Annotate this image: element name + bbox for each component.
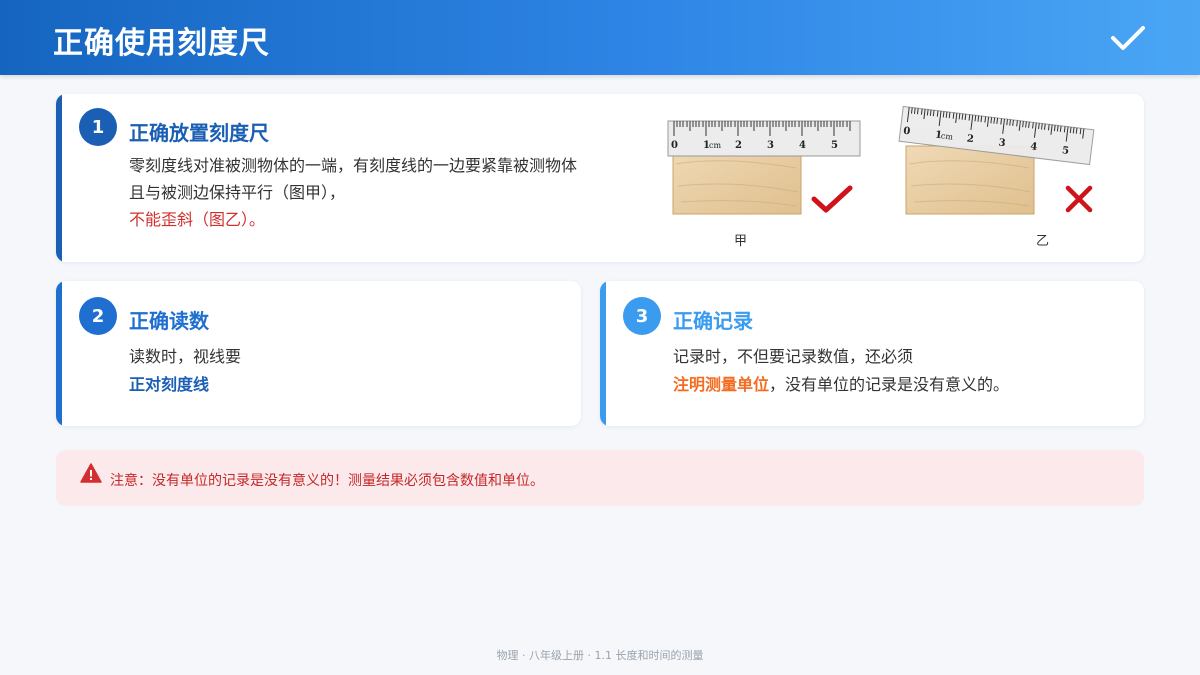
step-number-badge: 2 [79, 297, 117, 335]
section-text-line: 读数时，视线要 [129, 347, 242, 366]
warning-triangle-icon [80, 463, 102, 483]
ruler-number: 4 [1030, 141, 1038, 153]
header-bar: 正确使用刻度尺 [0, 0, 1200, 75]
check-mark-icon [811, 185, 853, 213]
page-title: 正确使用刻度尺 [53, 26, 270, 61]
figure-label: 甲 [734, 234, 748, 249]
figure-wrong: 0 1 cm 2 3 4 5 乙 [896, 94, 1106, 262]
step-number-badge: 3 [623, 297, 661, 335]
section-highlight-line: 正对刻度线 [129, 375, 210, 394]
section-text-line: 记录时，不但要记录数值，还必须 [673, 347, 914, 366]
section-read-value: 2 正确读数 读数时，视线要 正对刻度线 [56, 281, 581, 426]
ruler-unit: cm [709, 141, 721, 150]
ruler-number: 2 [735, 140, 742, 151]
section-text-line: 且与被测边保持平行（图甲）， [129, 183, 346, 202]
section-record: 3 正确记录 记录时，不但要记录数值，还必须 注明测量单位，没有单位的记录是没有… [600, 281, 1144, 426]
ruler-number: 2 [966, 133, 974, 145]
section-text-rest: ，没有单位的记录是没有意义的。 [769, 375, 1010, 394]
ruler-number: 3 [767, 140, 774, 151]
ruler-number: 4 [799, 140, 806, 151]
figure-label: 乙 [1036, 234, 1050, 249]
section-title: 正确记录 [673, 309, 753, 333]
ruler-unit: cm [940, 131, 953, 141]
section-title: 正确读数 [129, 309, 209, 333]
section-place-ruler: 1 正确放置刻度尺 零刻度线对准被测物体的一端，有刻度线的一边要紧靠被测物体 且… [56, 94, 1144, 262]
ruler-number: 3 [998, 137, 1006, 149]
ruler-number: 5 [1061, 145, 1069, 157]
section-text-line: 注明测量单位，没有单位的记录是没有意义的。 [673, 371, 1009, 395]
checkmark-icon [1111, 26, 1145, 50]
ruler-correct-illustration: 0 1 cm 2 3 4 5 [667, 120, 861, 215]
step-number-badge: 1 [79, 108, 117, 146]
section-title: 正确放置刻度尺 [129, 121, 269, 145]
warning-banner: 注意：没有单位的记录是没有意义的！测量结果必须包含数值和单位。 [56, 450, 1144, 506]
footer-caption: 物理 · 八年级上册 · 1.1 长度和时间的测量 [496, 649, 704, 662]
warning-text: 注意：没有单位的记录是没有意义的！测量结果必须包含数值和单位。 [110, 473, 544, 489]
ruler-wrong-illustration: 0 1 cm 2 3 4 5 [898, 105, 1095, 215]
ruler-number: 0 [903, 126, 911, 138]
figure-correct: 0 1 cm 2 3 4 5 甲 [666, 94, 866, 262]
section-warning-line: 不能歪斜（图乙）。 [129, 210, 266, 229]
ruler-number: 0 [671, 140, 678, 151]
ruler-number: 5 [831, 140, 838, 151]
section-text-line: 零刻度线对准被测物体的一端，有刻度线的一边要紧靠被测物体 [129, 156, 578, 175]
unit-highlight: 注明测量单位 [673, 375, 770, 394]
